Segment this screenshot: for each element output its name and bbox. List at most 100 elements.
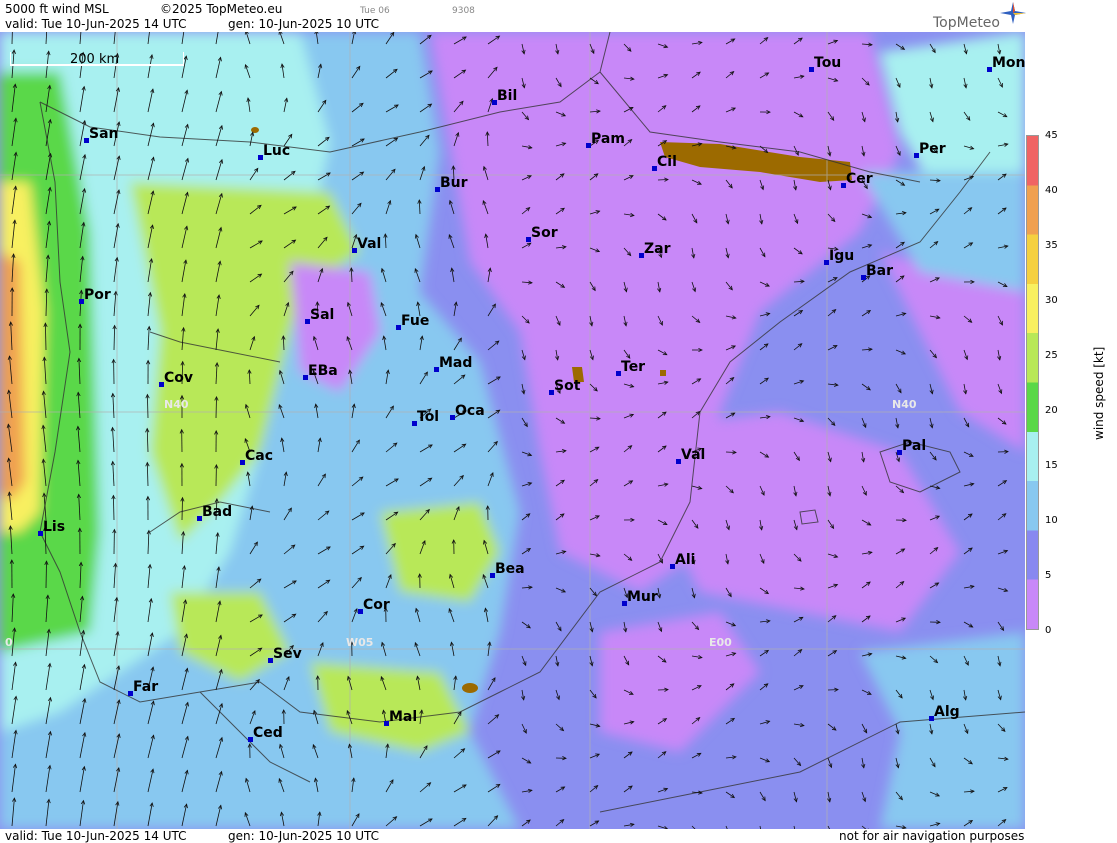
- city-marker-icon: [490, 573, 495, 578]
- legend-tick: 20: [1045, 405, 1058, 416]
- city-marker-icon: [861, 275, 866, 280]
- wind-arrow: [215, 396, 217, 419]
- run-label: Tue 06: [360, 6, 390, 16]
- city-alg: Alg: [929, 704, 960, 721]
- wind-field: [0, 32, 1025, 829]
- wind-arrow: [487, 340, 500, 351]
- city-sev: Sev: [268, 646, 302, 663]
- wind-arrow: [181, 497, 183, 521]
- legend-tick: 40: [1045, 185, 1058, 196]
- city-marker-icon: [987, 67, 992, 72]
- grid-label-n40-east: N40: [892, 398, 917, 411]
- city-san: San: [84, 126, 119, 143]
- city-marker-icon: [897, 450, 902, 455]
- city-marker-icon: [841, 183, 846, 188]
- city-igu: Igu: [824, 248, 854, 265]
- footer-valid-time: valid: Tue 10-Jun-2025 14 UTC: [5, 829, 187, 843]
- city-marker-icon: [79, 299, 84, 304]
- legend-tick: 10: [1045, 515, 1058, 526]
- city-cov: Cov: [159, 370, 193, 387]
- city-eba: EBa: [303, 363, 338, 380]
- city-marker-icon: [248, 737, 253, 742]
- city-marker-icon: [809, 67, 814, 72]
- city-mal: Mal: [384, 709, 417, 726]
- city-cac: Cac: [240, 448, 273, 465]
- city-marker-icon: [412, 421, 417, 426]
- valid-time: valid: Tue 10-Jun-2025 14 UTC: [5, 17, 187, 31]
- city-bil: Bil: [492, 88, 517, 105]
- wind-map[interactable]: 200 km N40 N40 W05 E00 0 Tou Mon Bil San…: [0, 32, 1025, 829]
- city-ali: Ali: [670, 552, 695, 569]
- city-tol: Tol: [412, 409, 439, 426]
- legend-tick: 25: [1045, 350, 1058, 361]
- city-cor: Cor: [358, 597, 390, 614]
- compass-star-icon: [1000, 2, 1026, 24]
- city-marker-icon: [396, 325, 401, 330]
- grid-label-e00: E00: [709, 636, 732, 649]
- city-marker-icon: [384, 721, 389, 726]
- city-bur: Bur: [435, 175, 468, 192]
- wind-arrow: [487, 714, 499, 725]
- city-pal: Pal: [897, 438, 926, 455]
- city-marker-icon: [676, 459, 681, 464]
- city-marker-icon: [159, 382, 164, 387]
- legend-tick: 45: [1045, 130, 1058, 141]
- city-marker-icon: [258, 155, 263, 160]
- city-sot: Sot: [549, 378, 580, 395]
- city-marker-icon: [652, 166, 657, 171]
- wind-arrow: [725, 825, 728, 829]
- wind-arrow: [487, 376, 501, 385]
- city-sor: Sor: [526, 225, 558, 242]
- city-marker-icon: [268, 658, 273, 663]
- wind-arrow: [793, 825, 796, 829]
- wind-arrow: [759, 825, 761, 829]
- city-marker-icon: [670, 564, 675, 569]
- city-marker-icon: [128, 691, 133, 696]
- city-marker-icon: [240, 460, 245, 465]
- legend-tick: 0: [1045, 625, 1052, 636]
- city-tou: Tou: [809, 55, 841, 72]
- city-fue: Fue: [396, 313, 429, 330]
- city-bea: Bea: [490, 561, 525, 578]
- city-val-north: Val: [352, 236, 381, 253]
- city-cil: Cil: [652, 154, 677, 171]
- grid-label-w05: W05: [346, 636, 374, 649]
- city-marker-icon: [622, 601, 627, 606]
- city-marker-icon: [358, 609, 363, 614]
- city-cer: Cer: [841, 171, 873, 188]
- city-oca: Oca: [450, 403, 485, 420]
- wind-arrow: [419, 34, 432, 45]
- city-marker-icon: [450, 415, 455, 420]
- legend-tick: 30: [1045, 295, 1058, 306]
- city-bar: Bar: [861, 263, 893, 280]
- copyright: ©2025 TopMeteo.eu: [160, 2, 283, 16]
- wind-arrow: [691, 825, 696, 829]
- city-marker-icon: [586, 143, 591, 148]
- grid-label-zero: 0: [5, 636, 13, 649]
- city-marker-icon: [38, 531, 43, 536]
- legend-tick: 15: [1045, 460, 1058, 471]
- legend-title: wind speed [kt]: [1092, 346, 1106, 440]
- wind-arrow: [487, 303, 496, 317]
- city-marker-icon: [914, 153, 919, 158]
- product-title: 5000 ft wind MSL: [5, 2, 109, 16]
- wind-arrow: [45, 561, 47, 589]
- city-marker-icon: [197, 516, 202, 521]
- city-marker-icon: [549, 390, 554, 395]
- city-marker-icon: [84, 138, 89, 143]
- grid-label-n40-west: N40: [164, 398, 189, 411]
- city-lis: Lis: [38, 519, 65, 536]
- city-mur: Mur: [622, 589, 658, 606]
- city-far: Far: [128, 679, 158, 696]
- wind-arrow: [487, 677, 496, 691]
- footer-generated-time: gen: 10-Jun-2025 10 UTC: [228, 829, 380, 843]
- logo-text: TopMeteo: [933, 15, 1000, 31]
- city-bad: Bad: [197, 504, 232, 521]
- city-marker-icon: [492, 100, 497, 105]
- city-marker-icon: [435, 187, 440, 192]
- scale-bar-label: 200 km: [70, 52, 120, 67]
- legend-color-bar: [1026, 135, 1039, 630]
- city-per: Per: [914, 141, 946, 158]
- city-marker-icon: [639, 253, 644, 258]
- city-marker-icon: [305, 319, 310, 324]
